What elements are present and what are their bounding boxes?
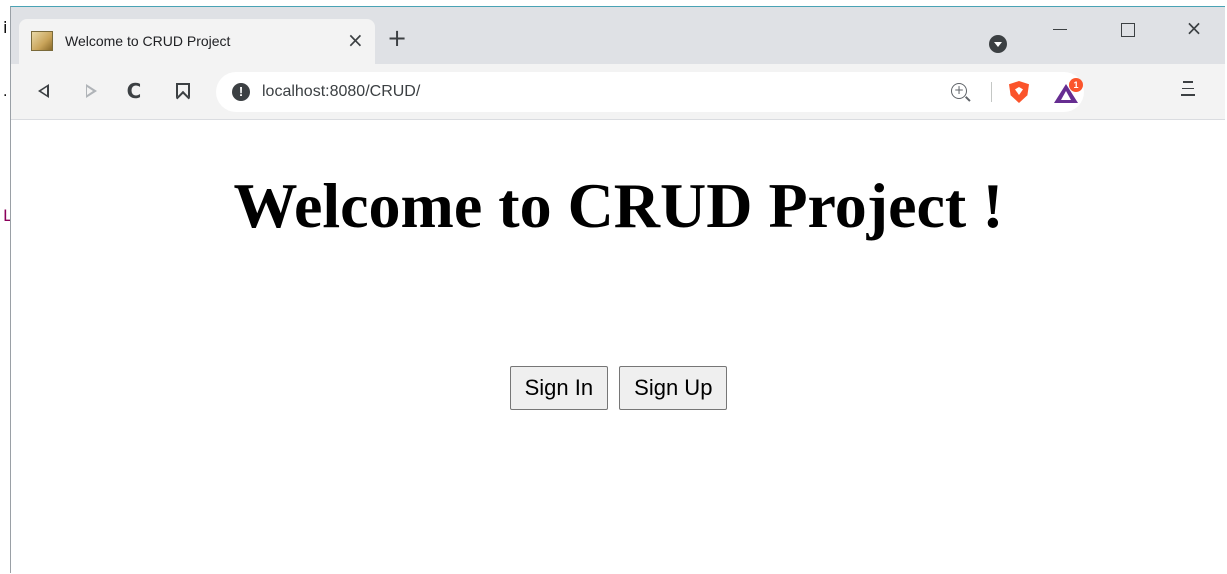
tab-welcome[interactable]: Welcome to CRUD Project ×: [19, 19, 375, 64]
brave-shield-icon[interactable]: [1009, 81, 1029, 103]
tomcat-favicon-icon: [31, 31, 53, 51]
desktop-background: i . L: [0, 0, 12, 573]
url-text[interactable]: localhost:8080/CRUD/: [262, 83, 420, 101]
reload-button[interactable]: C: [121, 78, 147, 104]
page-content: Welcome to CRUD Project ! Sign In Sign U…: [11, 120, 1225, 574]
address-bar[interactable]: ! localhost:8080/CRUD/ + 1: [216, 72, 1084, 112]
back-button[interactable]: [31, 78, 57, 104]
tab-strip: Welcome to CRUD Project × + ×: [11, 7, 1225, 64]
sign-up-button[interactable]: Sign Up: [619, 366, 728, 410]
forward-button[interactable]: [77, 78, 103, 104]
browser-window: Welcome to CRUD Project × + × C ! localh…: [10, 6, 1225, 574]
page-title: Welcome to CRUD Project !: [233, 170, 1004, 241]
address-bar-divider: [991, 82, 992, 102]
rewards-badge: 1: [1069, 78, 1083, 92]
tab-search-icon[interactable]: [989, 35, 1007, 53]
sign-in-button[interactable]: Sign In: [509, 366, 609, 410]
auth-buttons: Sign In Sign Up: [11, 366, 1226, 410]
minimize-button[interactable]: [1032, 15, 1088, 45]
bookmark-button[interactable]: [169, 78, 195, 104]
tab-title: Welcome to CRUD Project: [65, 33, 231, 49]
minimize-icon: [1053, 29, 1067, 30]
desktop-text-fragment: i: [3, 18, 8, 37]
new-tab-button[interactable]: +: [387, 26, 407, 50]
zoom-icon[interactable]: +: [951, 83, 967, 99]
maximize-button[interactable]: [1100, 15, 1156, 45]
browser-toolbar: C ! localhost:8080/CRUD/ + 1: [11, 64, 1225, 120]
hamburger-menu-icon[interactable]: [1181, 81, 1195, 99]
close-window-button[interactable]: ×: [1166, 15, 1222, 45]
close-icon: ×: [1185, 16, 1203, 40]
tab-close-icon[interactable]: ×: [347, 29, 364, 51]
desktop-text-fragment: .: [3, 84, 8, 100]
maximize-icon: [1121, 23, 1135, 37]
site-info-icon[interactable]: !: [232, 83, 250, 101]
